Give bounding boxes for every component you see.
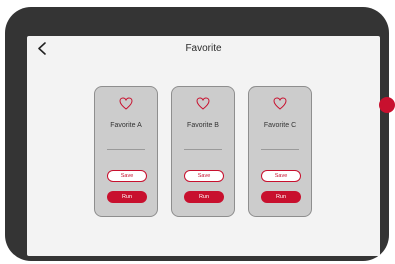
save-button[interactable]: Save bbox=[184, 170, 224, 182]
card-divider bbox=[184, 149, 222, 150]
favorite-label: Favorite B bbox=[187, 122, 219, 129]
heart-icon bbox=[273, 97, 287, 110]
tablet-device-frame: Favorite Favorite A Save Run Favorite B … bbox=[5, 7, 389, 261]
favorite-label: Favorite C bbox=[263, 122, 297, 129]
run-button[interactable]: Run bbox=[184, 191, 224, 203]
tablet-screen: Favorite Favorite A Save Run Favorite B … bbox=[27, 36, 380, 256]
run-button[interactable]: Run bbox=[107, 191, 147, 203]
favorite-label: Favorite A bbox=[110, 122, 142, 129]
card-divider bbox=[107, 149, 145, 150]
favorite-card-a: Favorite A Save Run bbox=[94, 86, 158, 217]
favorite-card-c: Favorite C Save Run bbox=[248, 86, 312, 217]
run-button[interactable]: Run bbox=[261, 191, 301, 203]
card-divider bbox=[261, 149, 299, 150]
save-button[interactable]: Save bbox=[261, 170, 301, 182]
favorite-card-b: Favorite B Save Run bbox=[171, 86, 235, 217]
save-button[interactable]: Save bbox=[107, 170, 147, 182]
power-button[interactable] bbox=[379, 97, 395, 113]
heart-icon bbox=[196, 97, 210, 110]
page-title: Favorite bbox=[185, 43, 222, 54]
heart-icon bbox=[119, 97, 133, 110]
